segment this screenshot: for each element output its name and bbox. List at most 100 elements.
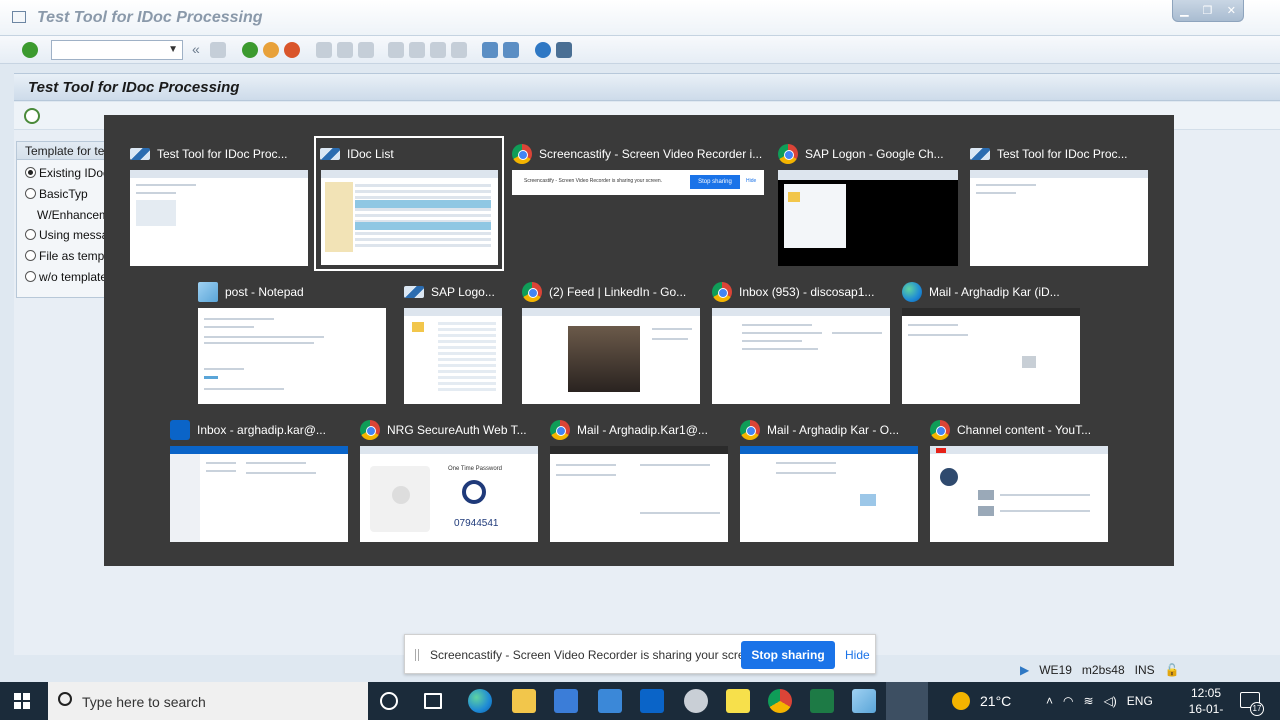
language-indicator[interactable]: ENG xyxy=(1127,694,1153,708)
snipping-tool-icon[interactable] xyxy=(684,689,708,713)
back-icon[interactable] xyxy=(242,42,258,58)
layout-menu-icon[interactable] xyxy=(556,42,572,58)
task-tile-notepad[interactable]: post - Notepad xyxy=(198,280,386,404)
chevron-up-icon[interactable]: ˄ xyxy=(1046,694,1053,708)
radio-button[interactable] xyxy=(25,167,36,178)
task-tile-mail-arghadip-outlook-web[interactable]: Mail - Arghadip Kar - O... xyxy=(740,418,918,542)
volume-icon[interactable]: ◁) xyxy=(1104,694,1117,708)
window-thumbnail xyxy=(404,308,502,404)
sap-icon xyxy=(130,148,150,160)
outlook-icon xyxy=(170,420,190,440)
window-thumbnail xyxy=(321,170,498,265)
task-tile-screencastify[interactable]: Screencastify - Screen Video Recorder i.… xyxy=(512,142,764,202)
notepad-icon[interactable] xyxy=(852,689,876,713)
status-server: m2bs48 xyxy=(1081,663,1125,677)
weather-widget[interactable]: 21°C xyxy=(952,682,1011,720)
shortcut-icon[interactable] xyxy=(503,42,519,58)
taskbar-clock[interactable]: 12:05 16-01-2022 xyxy=(1176,685,1236,720)
cortana-icon[interactable] xyxy=(380,692,398,710)
sap-status-bar: ▶ WE19 m2bs48 INS 🔓 xyxy=(1020,660,1280,680)
minimize-icon[interactable]: ▁ xyxy=(1180,4,1188,17)
store-icon[interactable] xyxy=(554,689,578,713)
outlook-icon[interactable] xyxy=(640,689,664,713)
radio-button[interactable] xyxy=(25,250,36,261)
radio-button[interactable] xyxy=(25,271,36,282)
chrome-icon xyxy=(360,420,380,440)
next-page-icon[interactable] xyxy=(430,42,446,58)
save-icon[interactable] xyxy=(210,42,226,58)
chrome-icon xyxy=(522,282,542,302)
play-icon[interactable]: ▶ xyxy=(1020,663,1029,677)
task-tile-inbox-discosap[interactable]: Inbox (953) - discosap1... xyxy=(712,280,890,404)
task-tile-mail-arghadip-edge[interactable]: Mail - Arghadip Kar (iD... xyxy=(902,280,1080,404)
radio-basictyp[interactable]: BasicTyp xyxy=(25,187,88,201)
chrome-icon[interactable] xyxy=(768,689,792,713)
search-placeholder: Type here to search xyxy=(82,694,206,710)
windows-start-icon[interactable] xyxy=(14,693,30,709)
network-icon[interactable]: ◠ xyxy=(1063,694,1073,708)
task-tile-test-tool-1[interactable]: Test Tool for IDoc Proc... xyxy=(130,142,308,266)
stop-sharing-button[interactable]: Stop sharing xyxy=(741,641,835,669)
window-thumbnail xyxy=(712,308,890,404)
screen-sharing-bar: Screencastify - Screen Video Recorder is… xyxy=(404,634,876,674)
maximize-icon[interactable]: ❐ xyxy=(1203,4,1213,17)
window-controls: ▁ ❐ ✕ xyxy=(1172,0,1244,22)
window-thumbnail xyxy=(902,308,1080,404)
find-icon[interactable] xyxy=(337,42,353,58)
command-field[interactable]: ▼ xyxy=(51,40,183,60)
file-explorer-icon[interactable] xyxy=(512,689,536,713)
window-thumbnail xyxy=(198,308,386,404)
task-tile-nrg-secureauth[interactable]: NRG SecureAuth Web T... One Time Passwor… xyxy=(360,418,538,542)
new-session-icon[interactable] xyxy=(482,42,498,58)
excel-icon[interactable] xyxy=(810,689,834,713)
chrome-icon xyxy=(712,282,732,302)
taskbar-search-box[interactable]: Type here to search xyxy=(48,682,368,720)
radio-wo-template[interactable]: w/o template xyxy=(25,270,107,284)
task-tile-mail-arghadip-kar1[interactable]: Mail - Arghadip.Kar1@... xyxy=(550,418,728,542)
notepad-icon xyxy=(198,282,218,302)
hide-link[interactable]: Hide xyxy=(845,648,870,662)
radio-button[interactable] xyxy=(25,229,36,240)
task-tile-sap-logon[interactable]: SAP Logo... xyxy=(404,280,502,404)
window-thumbnail xyxy=(740,446,918,542)
radio-button[interactable] xyxy=(25,188,36,199)
last-page-icon[interactable] xyxy=(451,42,467,58)
sap-gui-icon[interactable] xyxy=(886,682,928,720)
task-tile-test-tool-2[interactable]: Test Tool for IDoc Proc... xyxy=(970,142,1148,266)
sharing-message: Screencastify - Screen Video Recorder is… xyxy=(430,648,762,662)
help-icon[interactable] xyxy=(535,42,551,58)
previous-page-icon[interactable] xyxy=(409,42,425,58)
task-tile-youtube-channel[interactable]: Channel content - YouT... xyxy=(930,418,1108,542)
chevron-down-icon[interactable]: ▼ xyxy=(168,44,178,55)
drag-handle-icon[interactable] xyxy=(415,649,419,661)
first-page-icon[interactable] xyxy=(388,42,404,58)
window-thumbnail xyxy=(778,170,958,266)
window-thumbnail xyxy=(522,308,700,404)
window-thumbnail: Screencastify - Screen Video Recorder is… xyxy=(512,170,764,195)
cancel-icon[interactable] xyxy=(284,42,300,58)
sun-icon xyxy=(952,692,970,710)
mail-icon[interactable] xyxy=(598,689,622,713)
edge-icon[interactable] xyxy=(468,689,492,713)
task-tile-idoc-list[interactable]: IDoc List xyxy=(314,136,504,271)
find-next-icon[interactable] xyxy=(358,42,374,58)
wifi-icon[interactable]: ≋ xyxy=(1084,694,1094,708)
double-chevron-left-icon[interactable]: « xyxy=(192,41,200,57)
task-view-icon[interactable] xyxy=(424,693,442,709)
enter-check-icon[interactable] xyxy=(22,42,38,58)
print-icon[interactable] xyxy=(316,42,332,58)
status-transaction[interactable]: WE19 xyxy=(1039,663,1072,677)
radio-existing-idoc[interactable]: Existing IDoc xyxy=(25,166,109,180)
task-tile-outlook-inbox[interactable]: Inbox - arghadip.kar@... xyxy=(170,418,348,542)
exit-icon[interactable] xyxy=(263,42,279,58)
task-tile-linkedin[interactable]: (2) Feed | LinkedIn - Go... xyxy=(522,280,700,404)
screen-header: Test Tool for IDoc Processing xyxy=(14,73,1280,101)
execute-icon[interactable] xyxy=(24,108,40,124)
task-tile-sap-logon-chrome[interactable]: SAP Logon - Google Ch... xyxy=(778,142,958,266)
window-thumbnail: One Time Password 07944541 xyxy=(360,446,538,542)
window-thumbnail xyxy=(130,170,308,266)
sticky-notes-icon[interactable] xyxy=(726,689,750,713)
system-tray: ˄ ◠ ≋ ◁) ENG xyxy=(1046,682,1153,720)
close-icon[interactable]: ✕ xyxy=(1227,4,1236,17)
sap-window-icon[interactable] xyxy=(12,11,26,23)
